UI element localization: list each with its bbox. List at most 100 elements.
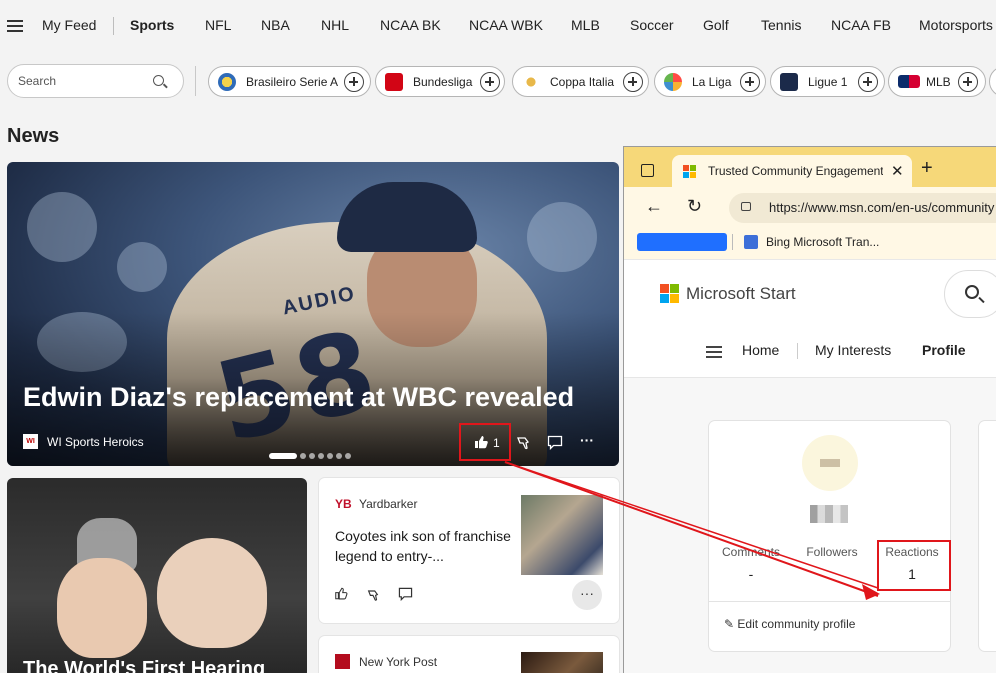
chip-brasileiro-serie-a[interactable]: Brasileiro Serie A <box>208 66 371 97</box>
nypost-news-card[interactable]: New York Post <box>319 636 619 673</box>
nav-motorsports[interactable]: Motorsports <box>919 17 993 33</box>
site-menu-icon[interactable] <box>706 346 722 358</box>
follow-plus-icon[interactable] <box>740 72 760 92</box>
more-options-button[interactable]: ··· <box>572 580 602 610</box>
nav-nba[interactable]: NBA <box>261 17 290 33</box>
browser-tab[interactable]: Trusted Community Engagement ✕ <box>672 155 912 187</box>
hearing-news-card[interactable]: The World's First Hearing <box>7 478 307 673</box>
tab-title: Trusted Community Engagement <box>708 164 883 178</box>
nypost-logo-icon <box>335 654 350 669</box>
url-field[interactable]: https://www.msn.com/en-us/community <box>729 193 996 223</box>
nypost-thumbnail-image[interactable] <box>521 652 603 673</box>
reload-icon[interactable]: ↻ <box>687 196 702 217</box>
chip-label: Bundesliga <box>413 75 473 89</box>
card-source[interactable]: New York Post <box>359 655 437 669</box>
yardbarker-news-card[interactable]: YB Yardbarker Coyotes ink son of franchi… <box>319 478 619 623</box>
search-icon[interactable] <box>153 75 164 86</box>
thumbs-up-icon[interactable] <box>334 586 348 601</box>
background-bokeh <box>527 202 597 272</box>
nav-ncaa-bk[interactable]: NCAA BK <box>380 17 441 33</box>
nav-nfl[interactable]: NFL <box>205 17 231 33</box>
follow-plus-icon[interactable] <box>958 72 978 92</box>
chip-bundesliga[interactable]: Bundesliga <box>375 66 505 97</box>
microsoft-start-header: Microsoft Start Home My Interests Profil… <box>624 259 996 377</box>
chip-ligue-1[interactable]: Ligue 1 <box>770 66 885 97</box>
carousel-indicator[interactable] <box>269 453 354 459</box>
hockey-thumbnail-image[interactable] <box>521 495 603 575</box>
tab-actions-icon[interactable] <box>641 164 654 177</box>
ligue-1-logo-icon <box>780 73 798 91</box>
chip-label: Coppa Italia <box>550 75 615 89</box>
sports-nav-bar: My Feed Sports NFL NBA NHL NCAA BK NCAA … <box>0 0 996 52</box>
carousel-dot[interactable] <box>327 453 333 459</box>
nav-soccer[interactable]: Soccer <box>630 17 674 33</box>
card-title[interactable]: Coyotes ink son of franchise legend to e… <box>335 526 520 566</box>
url-text: https://www.msn.com/en-us/community <box>769 200 995 215</box>
follow-plus-icon[interactable] <box>623 72 643 92</box>
comment-icon[interactable] <box>398 587 413 601</box>
chip-label: Ligue 1 <box>808 75 848 89</box>
follow-plus-icon[interactable] <box>344 72 364 92</box>
redacted-favorite[interactable] <box>637 233 727 251</box>
carousel-dot[interactable] <box>309 453 315 459</box>
nav-ncaa-fb[interactable]: NCAA FB <box>831 17 891 33</box>
carousel-dot[interactable] <box>318 453 324 459</box>
thumbs-down-icon[interactable] <box>366 587 380 602</box>
carousel-dot-active[interactable] <box>269 453 297 459</box>
close-tab-icon[interactable]: ✕ <box>891 162 904 180</box>
card-source[interactable]: Yardbarker <box>359 497 417 511</box>
nav-tennis[interactable]: Tennis <box>761 17 801 33</box>
nav-ncaa-wbk[interactable]: NCAA WBK <box>469 17 543 33</box>
comment-icon[interactable] <box>547 435 563 450</box>
background-bokeh <box>27 192 97 262</box>
microsoft-logo-icon[interactable] <box>660 284 680 304</box>
chips-divider <box>195 66 196 96</box>
hero-headline[interactable]: Edwin Diaz's replacement at WBC revealed <box>23 382 574 413</box>
thumbs-down-icon[interactable] <box>515 434 531 450</box>
nav-sports[interactable]: Sports <box>130 17 174 33</box>
followers-label[interactable]: Followers <box>792 545 872 559</box>
profile-page-body: Comments - Followers Reactions 1 ✎ Edit … <box>624 377 996 673</box>
news-section-title: News <box>7 125 60 147</box>
pencil-icon: ✎ <box>724 617 738 631</box>
back-arrow-icon[interactable]: ← <box>645 196 663 217</box>
site-nav-my-interests[interactable]: My Interests <box>815 342 891 358</box>
pixelated-username <box>810 505 848 523</box>
site-search-button[interactable] <box>944 270 996 318</box>
brand-name[interactable]: Microsoft Start <box>686 284 796 304</box>
new-tab-icon[interactable]: + <box>921 157 933 180</box>
chip-partial[interactable] <box>989 66 996 97</box>
more-options-icon[interactable]: ··· <box>580 432 594 448</box>
comments-label: Comments <box>721 545 780 559</box>
carousel-dot[interactable] <box>300 453 306 459</box>
search-icon[interactable] <box>965 285 979 299</box>
background-bokeh <box>117 242 167 292</box>
community-profile-card: Comments - Followers Reactions 1 ✎ Edit … <box>709 421 951 651</box>
follow-plus-icon[interactable] <box>480 72 500 92</box>
site-nav-profile[interactable]: Profile <box>922 342 966 358</box>
follow-plus-icon[interactable] <box>858 72 878 92</box>
comments-value: - <box>748 566 754 582</box>
carousel-dot[interactable] <box>345 453 351 459</box>
avatar[interactable] <box>802 435 858 491</box>
search-input[interactable]: Search <box>7 64 184 98</box>
nav-mlb[interactable]: MLB <box>571 17 600 33</box>
site-nav-home[interactable]: Home <box>742 342 779 358</box>
chip-label: Brasileiro Serie A <box>246 75 339 89</box>
chip-mlb[interactable]: MLB <box>888 66 986 97</box>
chip-coppa-italia[interactable]: Coppa Italia <box>512 66 649 97</box>
chip-la-liga[interactable]: La Liga <box>654 66 766 97</box>
carousel-dot[interactable] <box>336 453 342 459</box>
edit-profile-label: Edit community profile <box>737 617 856 631</box>
nav-nhl[interactable]: NHL <box>321 17 349 33</box>
edit-profile-link[interactable]: ✎ Edit community profile <box>724 617 855 631</box>
nav-golf[interactable]: Golf <box>703 17 729 33</box>
lock-icon[interactable] <box>741 202 751 211</box>
nav-my-feed[interactable]: My Feed <box>42 17 96 33</box>
hero-news-card[interactable]: 58 AUDIO Edwin Diaz's replacement at WBC… <box>7 162 619 466</box>
favorite-bing-translator[interactable]: Bing Microsoft Tran... <box>766 235 879 249</box>
hearing-card-title[interactable]: The World's First Hearing <box>23 658 265 673</box>
hero-source[interactable]: WI Sports Heroics <box>47 435 144 449</box>
brasileiro-logo-icon <box>218 73 236 91</box>
hamburger-menu-icon[interactable] <box>7 20 23 32</box>
